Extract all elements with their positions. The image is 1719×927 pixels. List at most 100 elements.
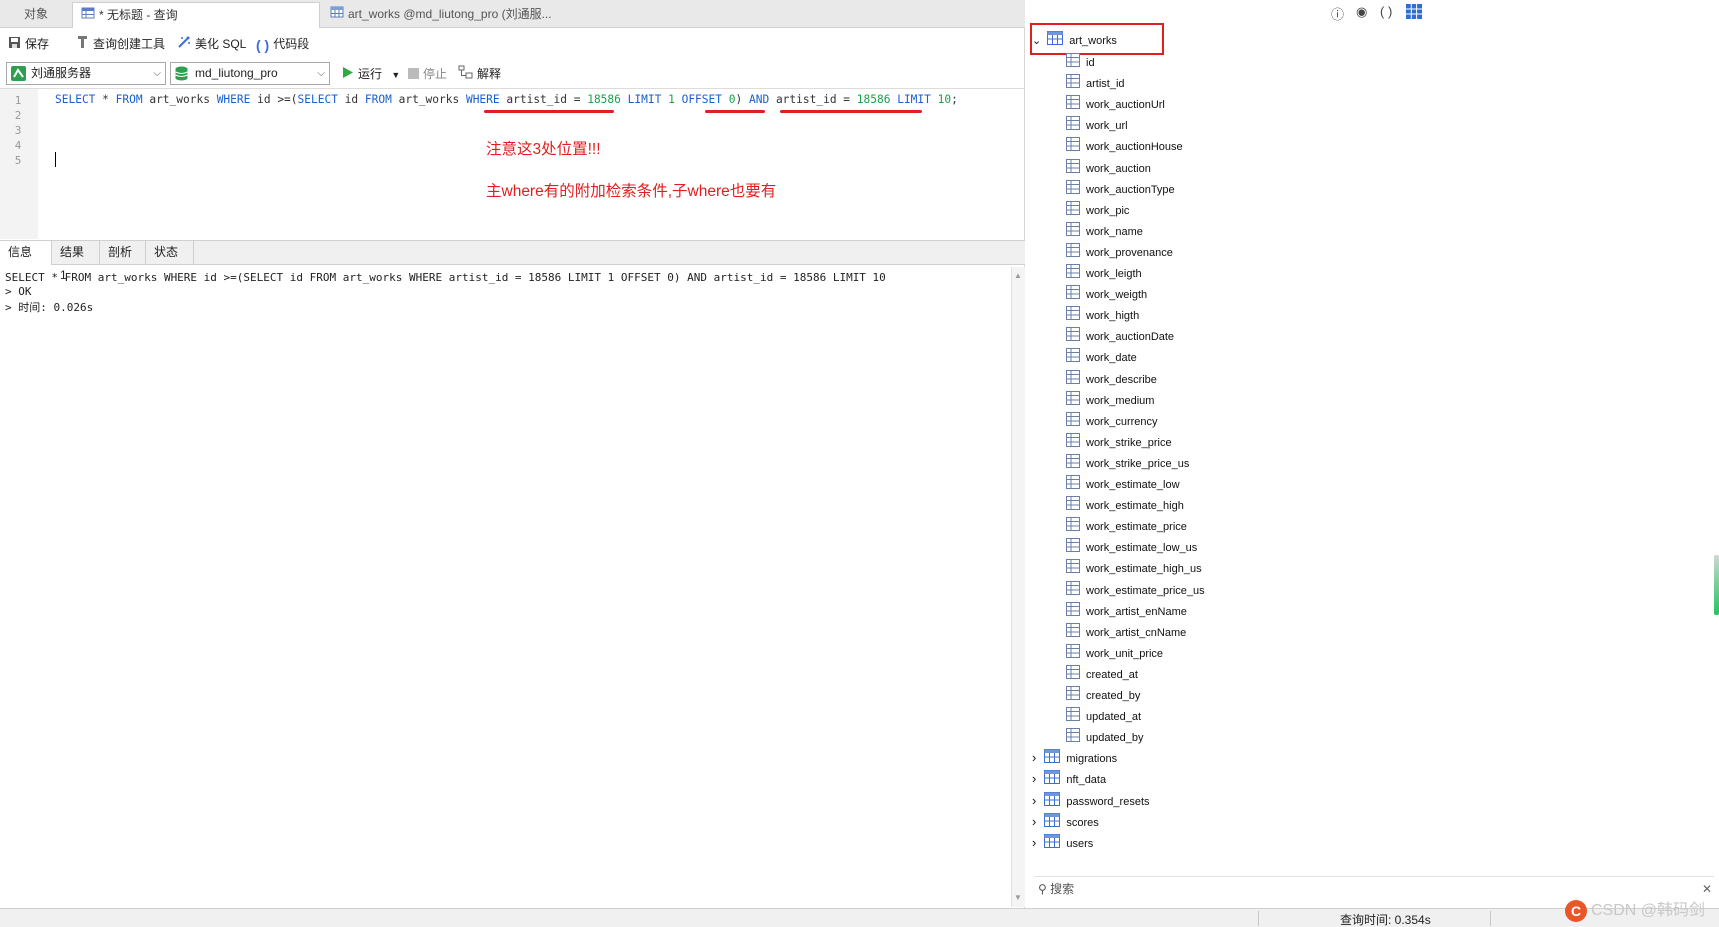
chevron-right-icon[interactable]: › [1032, 835, 1036, 850]
tree-column-item[interactable]: work_auction [1066, 158, 1151, 177]
scroll-down-icon[interactable]: ▼ [1014, 893, 1022, 902]
column-icon [1066, 496, 1080, 516]
stop-label: 停止 [423, 67, 448, 81]
tree-column-item[interactable]: work_currency [1066, 411, 1158, 430]
column-icon [1066, 390, 1080, 411]
sql-editor[interactable]: 1 2 3 4 5 SELECT * FROM art_works WHERE … [0, 88, 1025, 239]
tree-column-item[interactable]: work_higth [1066, 306, 1139, 324]
tree-table-item[interactable]: › scores [1032, 812, 1099, 831]
run-button[interactable]: 运行 ▼ [342, 64, 400, 84]
tree-column-item[interactable]: work_pic [1066, 200, 1129, 219]
column-icon [1066, 74, 1080, 94]
tree-table-item[interactable]: › nft_data [1032, 770, 1106, 788]
save-button[interactable]: 保存 [8, 34, 49, 54]
tree-table-label: users [1066, 837, 1094, 850]
tree-column-item[interactable]: work_provenance [1066, 242, 1173, 261]
beautify-sql-button[interactable]: 美化 SQL [177, 34, 246, 54]
query-builder-button[interactable]: 查询创建工具 [76, 34, 165, 54]
sql-keyword: SELECT [55, 93, 96, 106]
tree-column-item[interactable]: work_strike_price [1066, 432, 1172, 451]
tree-column-item[interactable]: artist_id [1066, 74, 1125, 92]
tree-column-item[interactable]: created_at [1066, 664, 1138, 683]
tree-column-item[interactable]: work_estimate_price [1066, 517, 1187, 535]
tree-table-label: migrations [1066, 753, 1118, 766]
server-select[interactable]: 刘通服务器 ⌵ [6, 62, 166, 85]
grid-view-icon[interactable] [1406, 4, 1422, 22]
tree-column-item[interactable]: updated_by [1066, 728, 1144, 746]
tree-table-item[interactable]: › migrations [1032, 749, 1117, 767]
column-icon [1066, 53, 1080, 73]
tree-column-item[interactable]: work_auctionDate [1066, 327, 1174, 345]
query-pane: 对象 * 无标题 - 查询 art_works @md_liutong_pro … [0, 0, 1025, 908]
stop-icon [408, 65, 419, 85]
scroll-up-icon[interactable]: ▲ [1014, 271, 1022, 280]
tree-table-item[interactable]: › password_resets [1032, 791, 1150, 810]
tree-column-item[interactable]: work_leigth [1066, 264, 1142, 282]
tree-column-label: work_auctionDate [1086, 331, 1175, 344]
tree-column-label: work_higth [1086, 310, 1140, 323]
chevron-right-icon[interactable]: › [1032, 771, 1036, 786]
tab-bar: 对象 * 无标题 - 查询 art_works @md_liutong_pro … [0, 0, 1025, 28]
ddl-parentheses-icon[interactable]: ( ) [1380, 4, 1392, 19]
tree-column-item[interactable]: work_auctionHouse [1066, 137, 1183, 155]
underline-annotation-3 [780, 110, 922, 113]
preview-icon[interactable]: ◉ [1356, 4, 1367, 20]
annotation-note-2: 主where有的附加检索条件,子where也要有 [486, 183, 777, 200]
tree-column-label: work_strike_price_us [1086, 457, 1190, 470]
tree-column-label: created_at [1086, 668, 1138, 681]
tab-result-1[interactable]: 结果 1 [52, 241, 100, 282]
tree-column-item[interactable]: work_strike_price_us [1066, 453, 1190, 472]
tree-column-item[interactable]: work_artist_enName [1066, 601, 1187, 620]
database-icon [175, 66, 188, 88]
tree-column-item[interactable]: work_artist_cnName [1066, 622, 1186, 641]
column-icon [1066, 116, 1080, 136]
database-select[interactable]: md_liutong_pro ⌵ [170, 62, 330, 85]
tree-column-item[interactable]: work_medium [1066, 390, 1154, 411]
tab-art-works-table[interactable]: art_works @md_liutong_pro (刘通服... [322, 2, 572, 28]
tree-column-item[interactable]: work_estimate_high [1066, 496, 1184, 514]
tab-objects[interactable]: 对象 [0, 2, 72, 28]
chevron-down-icon[interactable]: ⌄ [1032, 35, 1041, 47]
tree-column-item[interactable]: work_unit_price [1066, 643, 1163, 664]
tree-table-item[interactable]: › users [1032, 833, 1094, 852]
tree-table-art-works[interactable]: ⌄ art_works [1032, 31, 1117, 49]
output-scrollbar[interactable]: ▲ ▼ [1011, 267, 1025, 907]
tab-untitled-query[interactable]: * 无标题 - 查询 [72, 2, 320, 28]
code-snippet-button[interactable]: ( ) 代码段 [256, 34, 309, 54]
tree-column-item[interactable]: work_url [1066, 116, 1128, 134]
chevron-right-icon[interactable]: › [1032, 793, 1036, 808]
info-icon[interactable]: ⓘ [1331, 4, 1344, 23]
tree-column-label: work_auctionHouse [1086, 141, 1183, 154]
tree-column-item[interactable]: id [1066, 53, 1095, 71]
tree-column-item[interactable]: work_auctionUrl [1066, 95, 1165, 113]
tree-column-item[interactable]: work_weigth [1066, 285, 1147, 303]
tree-column-item[interactable]: work_date [1066, 348, 1137, 366]
stop-button[interactable]: 停止 [408, 64, 447, 84]
tree-column-item[interactable]: updated_at [1066, 707, 1141, 725]
tab-art-works-label: art_works @md_liutong_pro (刘通服... [348, 7, 552, 21]
tree-column-item[interactable]: created_by [1066, 686, 1140, 704]
tree-column-item[interactable]: work_estimate_price_us [1066, 580, 1205, 599]
tab-info[interactable]: 信息 [0, 241, 52, 265]
tree-column-item[interactable]: work_auctionType [1066, 179, 1175, 200]
tree-column-item[interactable]: work_estimate_low [1066, 475, 1180, 493]
play-icon [342, 65, 354, 85]
tree-column-item[interactable]: work_describe [1066, 369, 1157, 388]
column-icon [1066, 643, 1080, 664]
chevron-right-icon[interactable]: › [1032, 814, 1036, 829]
column-icon [1066, 179, 1080, 200]
tree-scrollbar[interactable] [1714, 555, 1719, 615]
explain-button[interactable]: 解释 [458, 64, 501, 84]
sql-number: 0 [728, 93, 736, 106]
tab-profile[interactable]: 剖析 [100, 241, 146, 265]
tree-column-item[interactable]: work_estimate_high_us [1066, 559, 1202, 577]
chevron-right-icon[interactable]: › [1032, 750, 1036, 765]
tree-column-item[interactable]: work_name [1066, 221, 1143, 240]
column-icon [1066, 348, 1080, 368]
tree-column-item[interactable]: work_estimate_low_us [1066, 538, 1197, 556]
table-tab-icon [330, 3, 344, 27]
beautify-sql-label: 美化 SQL [195, 37, 247, 51]
run-dropdown-icon[interactable]: ▼ [391, 70, 400, 80]
tab-status[interactable]: 状态 [146, 241, 194, 265]
sql-keyword: LIMIT [897, 93, 931, 106]
